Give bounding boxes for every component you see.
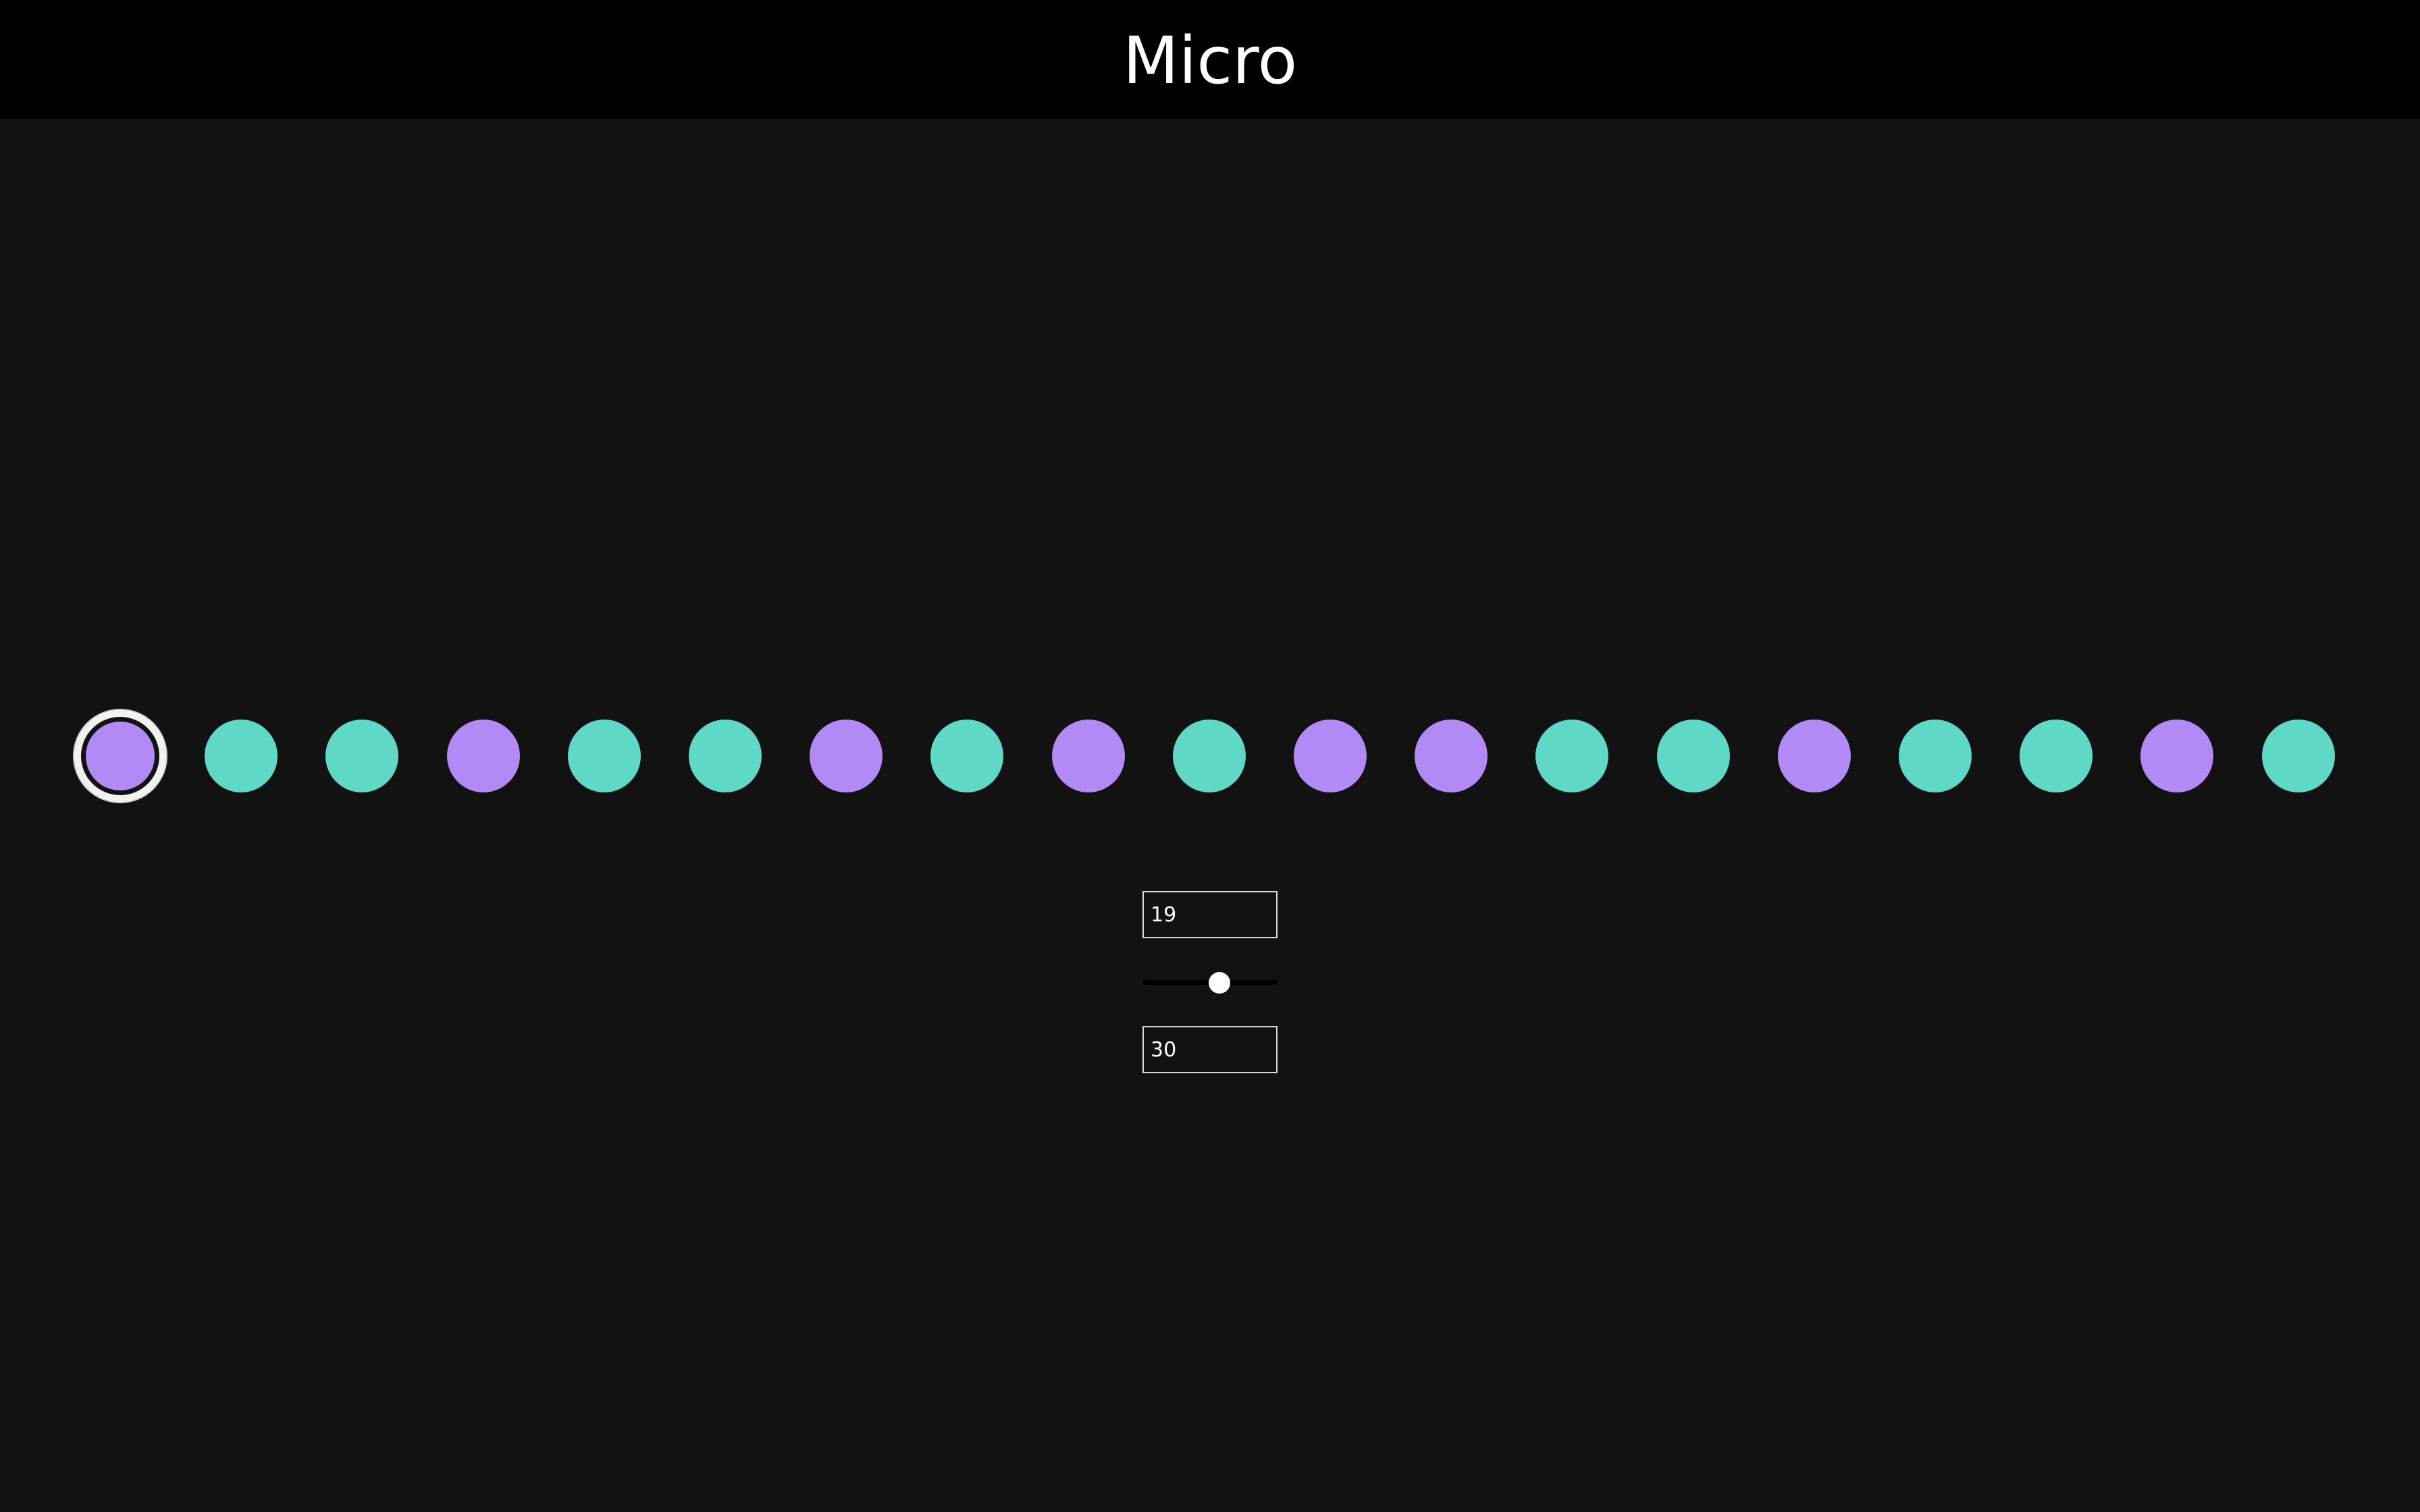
dot-teal[interactable] xyxy=(689,720,762,792)
dot-purple[interactable] xyxy=(1777,720,1851,792)
count-input[interactable] xyxy=(1142,891,1278,938)
dot-teal[interactable] xyxy=(1656,720,1730,792)
dots-row xyxy=(0,720,2420,792)
dot-teal[interactable] xyxy=(2261,720,2335,792)
dot-purple[interactable] xyxy=(84,720,157,792)
dot-teal[interactable] xyxy=(567,720,641,792)
dot-purple[interactable] xyxy=(446,720,520,792)
dot-teal[interactable] xyxy=(325,720,399,792)
dot-purple[interactable] xyxy=(1051,720,1125,792)
dot-purple[interactable] xyxy=(810,720,883,792)
slider[interactable] xyxy=(1142,967,1278,999)
header-bar: Micro xyxy=(0,0,2420,119)
dot-teal[interactable] xyxy=(1899,720,1972,792)
dot-teal[interactable] xyxy=(930,720,1004,792)
slider-thumb[interactable] xyxy=(1209,972,1230,994)
dot-purple[interactable] xyxy=(1415,720,1488,792)
dot-purple[interactable] xyxy=(1294,720,1367,792)
dot-teal[interactable] xyxy=(2020,720,2093,792)
dot-teal[interactable] xyxy=(1172,720,1246,792)
dot-purple[interactable] xyxy=(2140,720,2214,792)
speed-input[interactable] xyxy=(1142,1026,1278,1073)
dot-teal[interactable] xyxy=(205,720,278,792)
page-title: Micro xyxy=(1122,23,1298,99)
dot-teal[interactable] xyxy=(1535,720,1609,792)
